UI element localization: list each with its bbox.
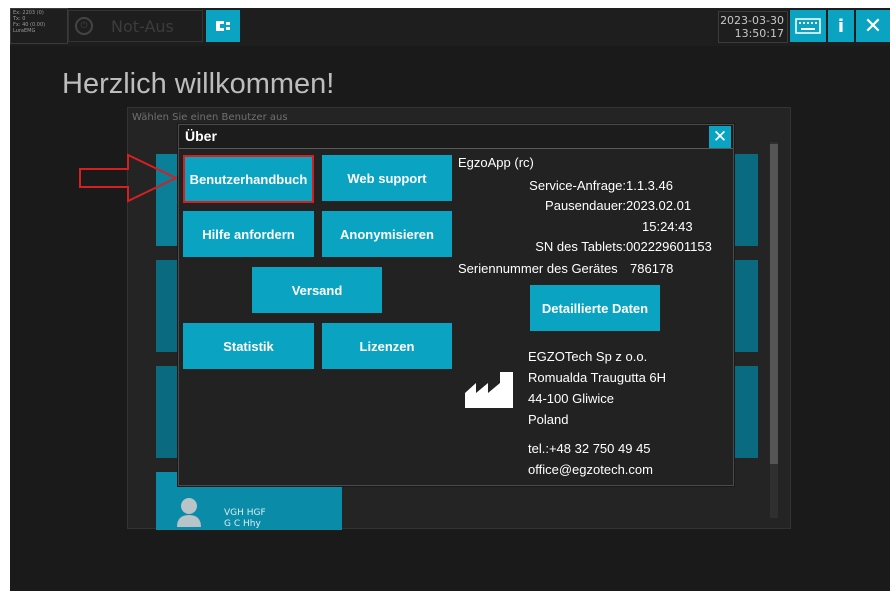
about-dialog: Über ✕ Benutzerhandbuch Web support Hilf… xyxy=(178,124,734,486)
status-readout: Ex: 2203 (0) Tx: 0 Fx: 40 (0.00) LuraEMG xyxy=(10,8,68,44)
date-time-display: 2023-03-30 13:50:17 xyxy=(718,11,788,43)
company-city: 44-100 Gliwice xyxy=(528,391,614,406)
company-name: EGZOTech Sp z o.o. xyxy=(528,349,648,364)
dialog-title: Über xyxy=(185,128,217,144)
info-button[interactable]: i xyxy=(828,10,854,42)
user-tile[interactable] xyxy=(734,154,758,246)
service-request-label: Service-Anfrage: xyxy=(529,178,626,193)
shipping-button[interactable]: Versand xyxy=(252,267,382,313)
user-subtitle: G C Hhy xyxy=(224,519,261,529)
scrollbar-thumb[interactable] xyxy=(770,144,778,464)
scrollbar[interactable] xyxy=(770,142,778,518)
app-name: EgzoApp (rc) xyxy=(458,155,534,170)
user-tile[interactable] xyxy=(734,366,758,458)
annotation-arrow-icon xyxy=(79,153,178,203)
tablet-sn-label: SN des Tablets: xyxy=(535,239,626,254)
status-line: LuraEMG xyxy=(13,28,36,34)
manufacturer-icon xyxy=(465,372,513,408)
pause-duration-date: 2023.02.01 xyxy=(626,198,692,213)
user-avatar-icon xyxy=(177,498,201,527)
company-street: Romualda Traugutta 6H xyxy=(528,370,667,385)
company-email: office@egzotech.com xyxy=(528,462,653,477)
user-name: VGH HGF xyxy=(224,508,266,518)
user-tile[interactable] xyxy=(734,260,758,352)
welcome-heading: Herzlich willkommen! xyxy=(62,68,335,100)
tablet-sn-value: 002229601153 xyxy=(626,239,712,254)
emergency-stop-label: Not-Aus xyxy=(111,16,174,36)
statistics-button[interactable]: Statistik xyxy=(183,323,314,369)
pause-duration-time: 15:24:43 xyxy=(642,219,693,234)
app-window: Ex: 2203 (0) Tx: 0 Fx: 40 (0.00) LuraEMG… xyxy=(10,8,890,591)
device-sn-label: Seriennummer des Gerätes xyxy=(458,261,618,276)
licenses-button[interactable]: Lizenzen xyxy=(322,323,452,369)
service-request-value: 1.1.3.46 xyxy=(626,178,673,193)
close-app-button[interactable]: ✕ xyxy=(856,10,890,42)
time-text: 13:50:17 xyxy=(734,27,784,40)
user-panel-label: Wählen Sie einen Benutzer aus xyxy=(132,112,288,123)
top-bar: Ex: 2203 (0) Tx: 0 Fx: 40 (0.00) LuraEMG… xyxy=(10,8,890,46)
keyboard-icon xyxy=(795,18,821,34)
user-manual-button[interactable]: Benutzerhandbuch xyxy=(183,155,314,203)
emergency-stop-icon: ⏻ xyxy=(75,17,93,35)
company-country: Poland xyxy=(528,412,569,427)
company-phone: tel.:+48 32 750 49 45 xyxy=(528,441,651,456)
keyboard-button[interactable] xyxy=(790,10,826,42)
dialog-close-button[interactable]: ✕ xyxy=(709,126,731,148)
plug-icon xyxy=(216,21,230,31)
request-help-button[interactable]: Hilfe anfordern xyxy=(183,211,314,257)
date-text: 2023-03-30 xyxy=(720,14,784,27)
device-sn-value: 786178 xyxy=(630,261,674,276)
detailed-data-button[interactable]: Detaillierte Daten xyxy=(530,285,660,331)
dialog-title-bar: Über ✕ xyxy=(179,125,733,149)
pause-duration-label: Pausendauer: xyxy=(545,198,626,213)
emergency-stop-indicator: ⏻ Not-Aus xyxy=(68,10,203,42)
connect-button[interactable] xyxy=(206,10,240,42)
